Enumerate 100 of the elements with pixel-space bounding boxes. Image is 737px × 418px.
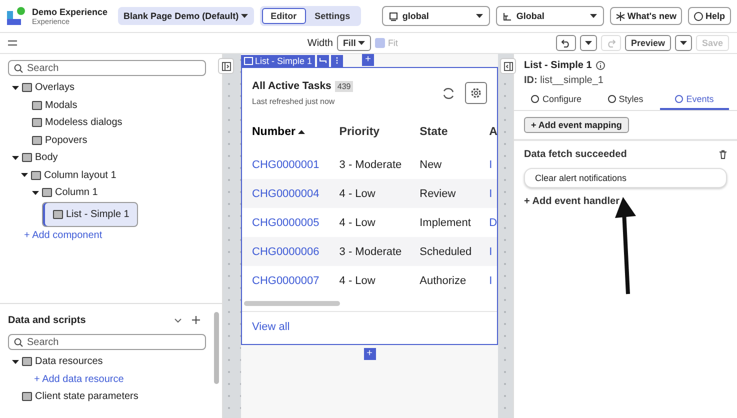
record-link[interactable]: CHG0000006 [252, 246, 340, 258]
search-field[interactable]: Search [8, 334, 206, 350]
scope-dropdown[interactable]: global [382, 6, 490, 26]
preview-button[interactable]: Preview [624, 35, 671, 51]
tree-item[interactable]: Overlays [12, 79, 80, 96]
inspector-tab[interactable]: Configure [522, 88, 591, 110]
tree-item[interactable]: Column 1 [32, 184, 104, 202]
header-button[interactable]: Help [688, 7, 731, 25]
sort-icon [298, 130, 306, 134]
search-icon [14, 338, 23, 346]
add-button[interactable]: + [364, 348, 376, 360]
column-header[interactable]: State [420, 126, 490, 138]
record-link[interactable]: I [489, 188, 497, 200]
trash-icon[interactable] [719, 150, 727, 159]
tree-item[interactable]: List - Simple 1 [42, 202, 138, 227]
undo-button[interactable] [556, 35, 576, 51]
table-cell-text: 4 - Low [339, 188, 376, 200]
table-cell-text: Authorize [420, 274, 468, 286]
caret-icon [584, 41, 592, 45]
dropdown-button[interactable] [674, 35, 692, 51]
record-link[interactable]: I [489, 274, 497, 286]
connect-button[interactable] [317, 54, 330, 66]
table-cell-text: 3 - Moderate [339, 158, 403, 170]
mode-tab[interactable]: Editor [262, 8, 306, 24]
mode-tab[interactable]: Settings [306, 8, 360, 24]
tree-item[interactable]: Popovers [32, 132, 94, 149]
table-cell-text: Review [420, 188, 457, 200]
connector-icon [319, 57, 328, 64]
inspector-tab[interactable]: Styles [591, 88, 660, 110]
collapse-panel-button[interactable] [218, 58, 234, 74]
scrollbar[interactable] [244, 301, 340, 306]
panel-title: Data and scripts [8, 314, 86, 326]
record-link[interactable]: CHG0000005 [252, 216, 340, 228]
record-link[interactable]: D [489, 216, 497, 228]
add-event-handler-link[interactable]: + Add event handler [524, 196, 620, 207]
column-header[interactable]: Number [252, 126, 340, 138]
record-link[interactable]: I [489, 246, 497, 258]
tree-item[interactable]: Modeless dialogs [32, 114, 128, 132]
asterisk-icon [616, 12, 626, 20]
table-cell-text: New [420, 158, 443, 170]
header-button[interactable]: What's new [610, 7, 682, 25]
list-card[interactable] [241, 67, 498, 345]
card-subtitle: Last refreshed just now [252, 97, 336, 106]
help-icon [694, 12, 704, 20]
tree-item[interactable]: Client state parameters [22, 388, 144, 406]
tree-item[interactable]: Modals [32, 96, 84, 114]
tree-item[interactable]: Data resources [12, 353, 109, 370]
expand-icon[interactable] [32, 190, 39, 195]
expand-icon[interactable] [21, 173, 28, 178]
search-field[interactable]: Search [8, 60, 206, 76]
caret-icon [476, 14, 484, 18]
inspector-tab[interactable]: Events [660, 88, 729, 110]
search-icon [14, 64, 23, 72]
record-link[interactable]: CHG0000004 [252, 188, 340, 200]
record-link[interactable]: CHG0000007 [252, 274, 340, 286]
more-icon [336, 57, 338, 64]
logo-icon [6, 6, 26, 26]
add-event-mapping-button[interactable]: + Add event mapping [524, 117, 629, 133]
add-icon[interactable] [192, 316, 200, 324]
add-component-link[interactable]: + Add component [24, 227, 108, 244]
add-data-resource-link[interactable]: + Add data resource [34, 370, 130, 388]
table-cell-text: 3 - Moderate [339, 246, 403, 258]
hierarchy-icon [503, 12, 512, 20]
tree-item[interactable]: Column layout 1 [21, 166, 122, 184]
table-cell-text: 4 - Low [339, 216, 376, 228]
menu-icon[interactable] [8, 40, 17, 46]
expand-icon[interactable] [12, 156, 19, 160]
event-handler[interactable]: Clear alert notifications [524, 168, 727, 188]
caret-icon [358, 41, 365, 45]
column-header[interactable]: A [489, 126, 497, 138]
dropdown-button[interactable] [580, 35, 597, 51]
expand-icon[interactable] [12, 86, 19, 90]
redo-icon [606, 38, 616, 48]
collapse-panel-button[interactable] [500, 58, 516, 74]
info-icon[interactable] [596, 61, 605, 70]
tree-item[interactable]: Body [12, 149, 64, 166]
record-link[interactable]: CHG0000001 [252, 158, 340, 170]
settings-button[interactable] [465, 82, 487, 104]
application-dropdown[interactable]: Global [496, 6, 604, 26]
caret-icon [680, 41, 687, 45]
panel-icon [504, 62, 512, 70]
scrollbar[interactable] [214, 312, 219, 384]
width-dropdown[interactable]: Fill [336, 35, 371, 51]
caret-icon [240, 14, 248, 18]
column-header[interactable]: Priority [339, 126, 420, 138]
add-button[interactable]: + [362, 54, 374, 66]
app-title: Demo Experience [32, 6, 108, 16]
chevron-icon[interactable] [174, 318, 182, 322]
width-label: Width [307, 38, 333, 48]
component-tag[interactable]: List - Simple 1 [241, 54, 316, 66]
record-link[interactable]: I [489, 158, 497, 170]
page-dropdown[interactable]: Blank Page Demo (Default) [118, 7, 254, 25]
event-name: Data fetch succeeded [524, 149, 627, 160]
view-all-link[interactable]: View all [242, 311, 497, 342]
card-title: All Active Tasks [252, 80, 332, 92]
more-button[interactable] [331, 54, 344, 66]
table-cell-text: 4 - Low [339, 274, 376, 286]
gear-icon [470, 87, 482, 99]
expand-icon[interactable] [12, 360, 19, 364]
refresh-icon[interactable] [442, 86, 455, 100]
